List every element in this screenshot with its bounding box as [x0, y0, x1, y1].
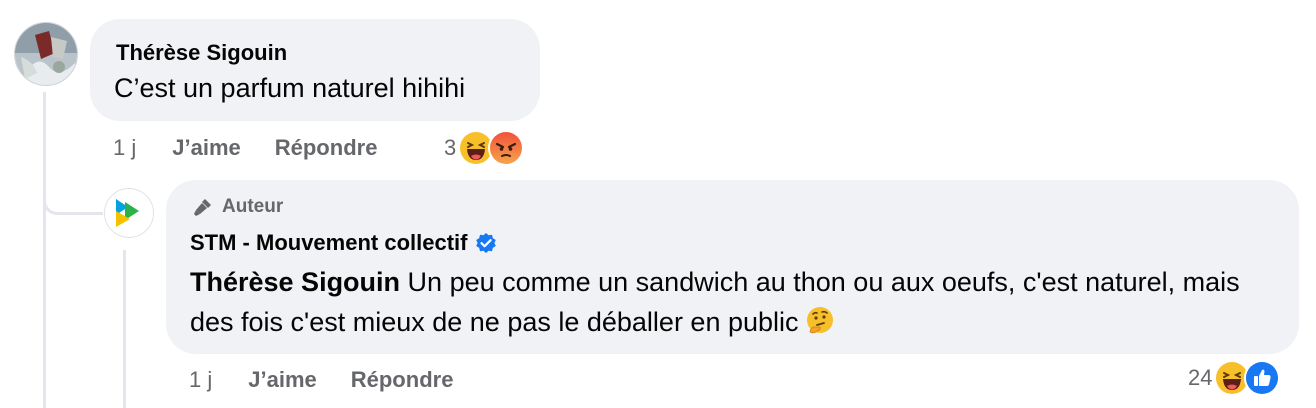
comment-author[interactable]: Thérèse Sigouin	[116, 40, 287, 66]
verified-badge-icon	[476, 233, 497, 253]
reaction-summary[interactable]: 3	[444, 130, 525, 166]
mention-link[interactable]: Thérèse Sigouin	[190, 267, 400, 297]
stm-logo	[116, 199, 139, 227]
profile-photo	[15, 23, 77, 85]
reaction-summary[interactable]: 24	[1188, 360, 1281, 396]
angry-icon	[488, 130, 525, 166]
comment-text: C’est un parfum naturel hihihi	[114, 73, 466, 103]
like-icon	[1244, 360, 1281, 396]
thread-connector	[43, 160, 103, 215]
microphone-icon	[194, 199, 211, 216]
reply-bubble: Auteur STM - Mouvement collectif Thérèse…	[166, 180, 1299, 354]
like-button[interactable]: J’aime	[248, 367, 317, 393]
comment-bubble: Thérèse Sigouin C’est un parfum naturel …	[90, 19, 540, 121]
reply-button[interactable]: Répondre	[351, 367, 454, 393]
comment-actions: 1 j J’aime Répondre	[113, 135, 411, 161]
reply-actions: 1 j J’aime Répondre	[189, 367, 487, 393]
avatar-stm[interactable]	[104, 188, 154, 238]
author-badge: Auteur	[192, 196, 283, 218]
thread-line-reply	[123, 250, 126, 408]
reaction-count: 24	[1188, 365, 1213, 390]
reply-text: Thérèse Sigouin Un peu comme un sandwich…	[190, 262, 1270, 342]
reply-author[interactable]: STM - Mouvement collectif	[190, 230, 467, 256]
reply-button[interactable]: Répondre	[275, 135, 378, 161]
reaction-count: 3	[444, 135, 457, 160]
like-button[interactable]: J’aime	[172, 135, 241, 161]
author-badge-label: Auteur	[222, 196, 284, 217]
reply-author-row: STM - Mouvement collectif	[190, 230, 497, 256]
thread-line	[43, 92, 46, 408]
comment-timestamp[interactable]: 1 j	[113, 135, 136, 161]
reply-timestamp[interactable]: 1 j	[189, 367, 212, 393]
thinking-face-icon	[805, 306, 835, 336]
avatar[interactable]	[14, 22, 78, 86]
